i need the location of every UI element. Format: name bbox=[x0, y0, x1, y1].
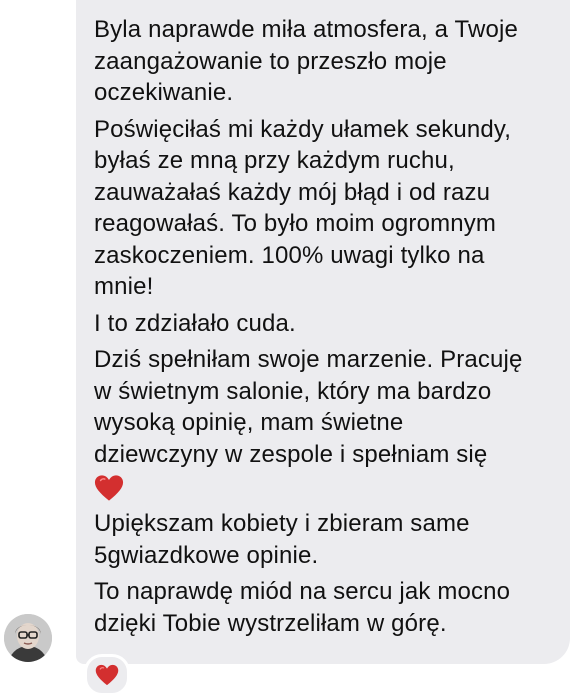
message-line: Poświęciłaś mi każdy ułamek sekundy, bbox=[94, 115, 512, 143]
message-line: dzięki Tobie wystrzeliłam w górę. bbox=[94, 609, 447, 637]
message-line: zauważałaś każdy mój błąd i od razu bbox=[94, 178, 491, 206]
message-line: 5gwiazdkowe opinie. bbox=[94, 541, 319, 569]
heart-reaction[interactable] bbox=[84, 654, 130, 696]
message-paragraph: Poświęciłaś mi każdy ułamek sekundy, był… bbox=[94, 114, 564, 303]
message-text: Byla naprawde miła atmosfera, a Twoje za… bbox=[94, 14, 564, 644]
message-line: zaskoczeniem. 100% uwagi tylko na bbox=[94, 241, 485, 269]
message-paragraph: I to zdziałało cuda. bbox=[94, 308, 564, 340]
message-paragraph: Byla naprawde miła atmosfera, a Twoje za… bbox=[94, 14, 564, 109]
inline-emoji-line bbox=[94, 470, 564, 503]
message-line: wysoką opinię, mam świetne bbox=[94, 409, 404, 436]
message-paragraph: Upiększam kobiety i zbieram same 5gwiazd… bbox=[94, 508, 564, 571]
avatar[interactable] bbox=[4, 614, 52, 662]
message-line: dziewczyny w zespole i spełniam się bbox=[94, 440, 488, 468]
avatar-image bbox=[4, 614, 52, 662]
message-line: To naprawdę miód na sercu jak mocno bbox=[94, 578, 511, 605]
message-line: Upiększam kobiety i zbieram same bbox=[94, 510, 470, 537]
message-paragraph: Dziś spełniłam swoje marzenie. Pracuję w… bbox=[94, 344, 564, 503]
message-line: reagowałaś. To było moim ogromnym bbox=[94, 210, 497, 237]
message-line: byłaś ze mną przy każdym ruchu, bbox=[94, 147, 455, 174]
red-heart-icon bbox=[94, 475, 124, 501]
message-line: mnie! bbox=[94, 273, 154, 300]
message-line: Dziś spełniłam swoje marzenie. Pracuję bbox=[94, 346, 523, 373]
message-line: oczekiwanie. bbox=[94, 79, 234, 106]
message-line: I to zdziałało cuda. bbox=[94, 309, 296, 337]
message-line: w świetnym salonie, który ma bardzo bbox=[94, 377, 492, 405]
message-paragraph: To naprawdę miód na sercu jak mocno dzię… bbox=[94, 576, 564, 639]
message-line: zaangażowanie to przeszło moje bbox=[94, 47, 447, 75]
message-line: Byla naprawde miła atmosfera, a Twoje bbox=[94, 16, 518, 43]
red-heart-icon bbox=[95, 664, 119, 686]
